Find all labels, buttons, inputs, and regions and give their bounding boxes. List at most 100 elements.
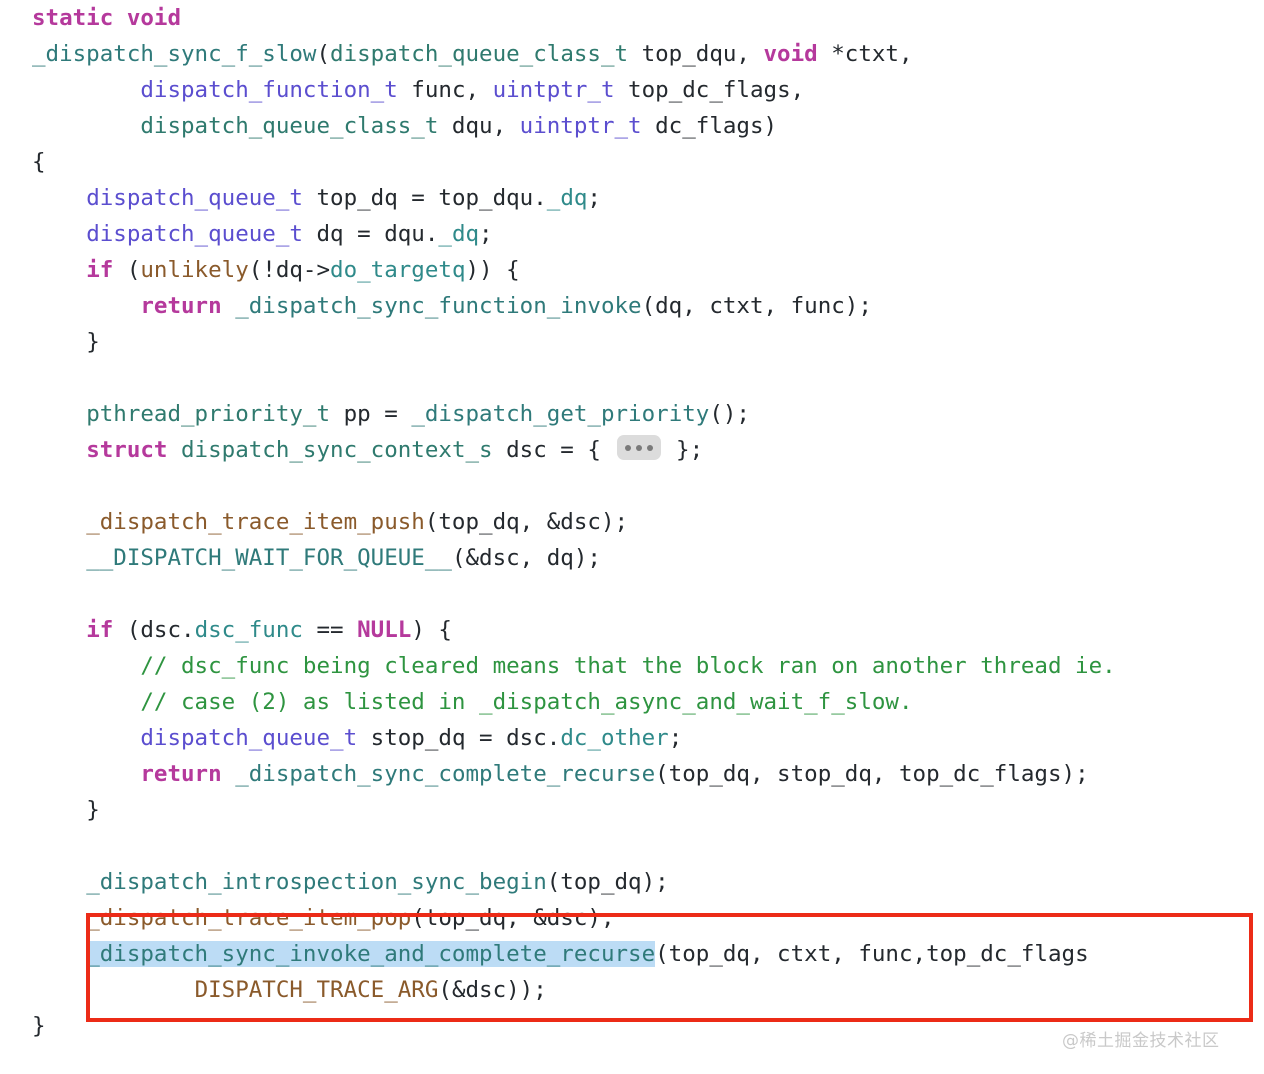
expr-dsc: (dsc. bbox=[113, 617, 195, 643]
code-line[interactable]: dispatch_queue_t stop_dq = dsc.dc_other; bbox=[32, 720, 682, 756]
call-args: (top_dq); bbox=[546, 869, 669, 895]
assign-pp: pp = bbox=[330, 401, 412, 427]
call-args: (&dsc, dq); bbox=[451, 545, 601, 571]
code-line[interactable]: __DISPATCH_WAIT_FOR_QUEUE__(&dsc, dq); bbox=[32, 540, 601, 576]
type-dispatch-sync-context-s: dispatch_sync_context_s bbox=[181, 437, 493, 463]
code-line[interactable]: dispatch_queue_t dq = dqu._dq; bbox=[32, 216, 493, 252]
type-dispatch-queue-t: dispatch_queue_t bbox=[140, 725, 358, 751]
function-dispatch-sync-complete-recurse: _dispatch_sync_complete_recurse bbox=[235, 761, 656, 787]
type-uintptr-t: uintptr_t bbox=[492, 77, 615, 103]
code-line-blank[interactable] bbox=[32, 468, 46, 504]
paren-open: ( bbox=[316, 41, 331, 67]
assign-dq: dq = dqu. bbox=[302, 221, 439, 247]
function-dispatch-introspection-sync-begin: _dispatch_introspection_sync_begin bbox=[86, 869, 547, 895]
code-line[interactable]: } bbox=[32, 1008, 46, 1044]
selected-function-dispatch-sync-invoke-and-complete-recurse[interactable]: _dispatch_sync_invoke_and_complete_recur… bbox=[86, 941, 656, 967]
semicolon: ; bbox=[587, 185, 601, 211]
code-editor-viewport[interactable]: static void _dispatch_sync_f_slow(dispat… bbox=[0, 0, 1264, 1074]
code-line[interactable]: _dispatch_introspection_sync_begin(top_d… bbox=[32, 864, 669, 900]
keyword-if: if bbox=[86, 257, 114, 283]
code-line[interactable]: // case (2) as listed in _dispatch_async… bbox=[32, 684, 913, 720]
code-line[interactable]: return _dispatch_sync_complete_recurse(t… bbox=[32, 756, 1089, 792]
expr-dq-arrow: (!dq-> bbox=[248, 257, 331, 283]
code-line[interactable]: dispatch_queue_class_t dqu, uintptr_t dc… bbox=[32, 108, 777, 144]
member-dc-other: dc_other bbox=[560, 725, 669, 751]
assign-top-dq: top_dq = top_dqu. bbox=[302, 185, 547, 211]
macro-unlikely: unlikely bbox=[140, 257, 249, 283]
code-line[interactable]: static void bbox=[32, 0, 181, 36]
code-line[interactable]: _dispatch_trace_item_push(top_dq, &dsc); bbox=[32, 504, 628, 540]
code-line[interactable]: return _dispatch_sync_function_invoke(dq… bbox=[32, 288, 872, 324]
call-args: (top_dq, stop_dq, top_dc_flags); bbox=[655, 761, 1089, 787]
type-uintptr-t: uintptr_t bbox=[519, 113, 642, 139]
code-line[interactable]: } bbox=[32, 324, 100, 360]
comment: // case (2) as listed in _dispatch_async… bbox=[140, 689, 913, 715]
code-line[interactable]: struct dispatch_sync_context_s dsc = { }… bbox=[32, 432, 703, 468]
param-top-dqu: top_dqu, bbox=[628, 41, 764, 67]
code-line[interactable]: if (dsc.dsc_func == NULL) { bbox=[32, 612, 452, 648]
keyword-void: void bbox=[126, 5, 182, 31]
type-dispatch-queue-t: dispatch_queue_t bbox=[86, 185, 303, 211]
code-line[interactable]: _dispatch_sync_invoke_and_complete_recur… bbox=[32, 936, 1089, 972]
keyword-if: if bbox=[86, 617, 114, 643]
code-line[interactable]: } bbox=[32, 792, 100, 828]
brace-close: } bbox=[86, 797, 100, 823]
keyword-static: static bbox=[32, 5, 114, 31]
code-line-blank[interactable] bbox=[32, 828, 46, 864]
code-line[interactable]: _dispatch_sync_f_slow(dispatch_queue_cla… bbox=[32, 36, 913, 72]
code-line-blank[interactable] bbox=[32, 360, 46, 396]
brace-close-semicolon: }; bbox=[662, 437, 704, 463]
function-name-dispatch-sync-f-slow: _dispatch_sync_f_slow bbox=[32, 41, 317, 67]
paren-open: ( bbox=[113, 257, 141, 283]
code-line[interactable]: DISPATCH_TRACE_ARG(&dsc)); bbox=[32, 972, 547, 1008]
type-dispatch-queue-class-t: dispatch_queue_class_t bbox=[140, 113, 439, 139]
code-line[interactable]: if (unlikely(!dq->do_targetq)) { bbox=[32, 252, 520, 288]
call-args: (&dsc)); bbox=[438, 977, 547, 1003]
param-dc-flags: dc_flags) bbox=[641, 113, 778, 139]
semicolon: ; bbox=[479, 221, 493, 247]
keyword-return: return bbox=[140, 293, 222, 319]
operator-equals: == bbox=[302, 617, 358, 643]
call-args: (); bbox=[709, 401, 750, 427]
brace-close: } bbox=[86, 329, 100, 355]
assign-dsc: dsc = { bbox=[492, 437, 615, 463]
code-line[interactable]: pthread_priority_t pp = _dispatch_get_pr… bbox=[32, 396, 750, 432]
brace-open: ) { bbox=[411, 617, 452, 643]
param-dqu: dqu, bbox=[438, 113, 520, 139]
code-line[interactable]: // dsc_func being cleared means that the… bbox=[32, 648, 1115, 684]
type-dispatch-queue-t: dispatch_queue_t bbox=[86, 221, 303, 247]
call-args: (top_dq, &dsc); bbox=[411, 905, 615, 931]
code-line[interactable]: dispatch_function_t func, uintptr_t top_… bbox=[32, 72, 804, 108]
member-dq: _dq bbox=[438, 221, 480, 247]
keyword-struct: struct bbox=[86, 437, 168, 463]
collapsed-region-ellipsis-icon[interactable] bbox=[616, 435, 661, 460]
call-args: (top_dq, &dsc); bbox=[424, 509, 629, 535]
type-dispatch-function-t: dispatch_function_t bbox=[140, 77, 398, 103]
code-line[interactable]: { bbox=[32, 144, 46, 180]
code-line[interactable]: _dispatch_trace_item_pop(top_dq, &dsc); bbox=[32, 900, 615, 936]
code-line[interactable]: dispatch_queue_t top_dq = top_dqu._dq; bbox=[32, 180, 601, 216]
member-dsc-func: dsc_func bbox=[194, 617, 303, 643]
function-dispatch-get-priority: _dispatch_get_priority bbox=[411, 401, 710, 427]
watermark: @稀土掘金技术社区 bbox=[1062, 1031, 1220, 1051]
brace-open: )) { bbox=[465, 257, 520, 283]
code-line-blank[interactable] bbox=[32, 576, 46, 612]
macro-dispatch-trace-item-push: _dispatch_trace_item_push bbox=[86, 509, 425, 535]
